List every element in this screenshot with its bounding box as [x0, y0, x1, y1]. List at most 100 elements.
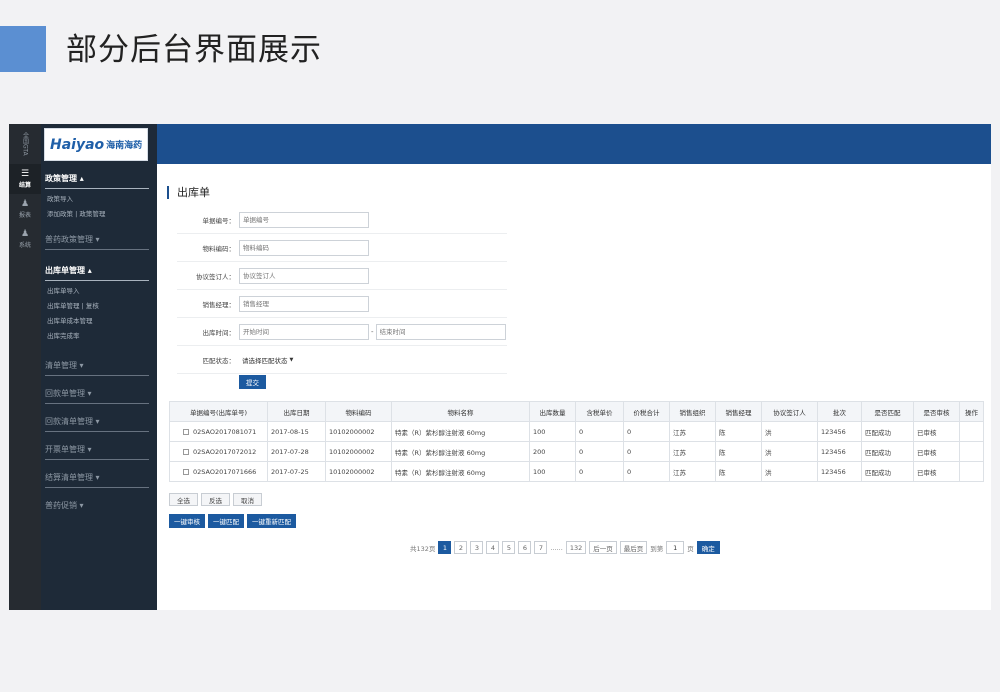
sidebar: Haiyao 海南海药 政策管理 ▴ 政策导入 添加政策 | 政策管理 普药政策…	[41, 124, 157, 610]
rail-item-settlement[interactable]: ☰ 结算	[9, 164, 41, 194]
logo-text-en: Haiyao	[50, 136, 105, 153]
cell: 100	[529, 461, 576, 482]
page-button-4[interactable]: 4	[486, 541, 500, 554]
menu-head-policy[interactable]: 政策管理 ▴	[45, 169, 149, 189]
cell: 2017-07-25	[267, 461, 326, 482]
start-time-input[interactable]	[239, 323, 369, 340]
settings-users-icon: ♟	[20, 229, 30, 239]
form-row-out-time: 出库时间： -	[177, 318, 507, 346]
row-checkbox[interactable]	[183, 448, 189, 455]
cell-actions[interactable]	[959, 461, 984, 482]
rail-item-system[interactable]: ♟ 系统	[9, 224, 41, 254]
row-checkbox[interactable]	[183, 428, 189, 435]
col-unit-price[interactable]: 含税单价	[575, 401, 624, 422]
rematch-all-button[interactable]: 一键重新匹配	[247, 514, 296, 528]
cell: 陈	[715, 441, 762, 462]
goto-confirm-button[interactable]: 确定	[696, 541, 720, 554]
cell: 0	[623, 461, 670, 482]
page-button-3[interactable]: 3	[470, 541, 484, 554]
material-code-input[interactable]	[239, 239, 369, 256]
select-all-button[interactable]: 全选	[169, 493, 198, 506]
audit-all-button[interactable]: 一键审核	[169, 514, 205, 528]
table-row[interactable]: 02SAO2017081071 2017-08-15 10102000002 特…	[169, 421, 984, 442]
cell: 陈	[715, 461, 762, 482]
cell-actions[interactable]	[959, 441, 984, 462]
end-time-input[interactable]	[375, 323, 506, 340]
menu-item-outbound-rate[interactable]: 出库完成率	[45, 329, 157, 344]
signer-label: 协议签订人：	[196, 272, 235, 281]
users-icon: ♟	[20, 199, 30, 209]
match-status-value: 请选择匹配状态	[242, 356, 288, 365]
col-sales-org[interactable]: 销售组织	[669, 401, 716, 422]
page-button-7[interactable]: 7	[534, 541, 548, 554]
page-button-2[interactable]: 2	[454, 541, 468, 554]
order-no-input[interactable]	[239, 211, 369, 228]
col-signer[interactable]: 协议签订人	[761, 401, 818, 422]
cell-actions[interactable]	[959, 421, 984, 442]
submit-button[interactable]: 提交	[239, 375, 266, 389]
out-time-label: 出库时间：	[202, 328, 236, 337]
manager-input[interactable]	[239, 295, 369, 312]
menu-head-generic-policy[interactable]: 普药政策管理 ▾	[45, 230, 149, 250]
menu-head-invoice[interactable]: 开票单管理 ▾	[45, 440, 149, 460]
signer-input[interactable]	[239, 267, 369, 284]
cell: 洪	[761, 421, 818, 442]
menu-item-outbound-manage[interactable]: 出库单管理 | 复核	[45, 299, 157, 314]
table-row[interactable]: 02SAO2017072012 2017-07-28 10102000002 特…	[169, 441, 984, 462]
cell: 陈	[715, 421, 762, 442]
col-out-date[interactable]: 出库日期	[267, 401, 326, 422]
top-bar	[157, 124, 991, 164]
page-title: 出库单	[167, 186, 210, 199]
goto-page-input[interactable]	[666, 541, 685, 554]
cancel-selection-button[interactable]: 取消	[233, 493, 262, 506]
row-checkbox[interactable]	[183, 468, 189, 475]
next-page-button[interactable]: 后一页	[589, 541, 617, 554]
col-sales-manager[interactable]: 销售经理	[715, 401, 762, 422]
outbound-table: 单据编号(出库单号) 出库日期 物料编码 物料名称 出库数量 含税单价 价税合计…	[169, 401, 984, 482]
menu-item-outbound-import[interactable]: 出库单导入	[45, 284, 157, 299]
goto-label: 到第	[650, 544, 664, 553]
col-actions: 操作	[959, 401, 984, 422]
col-batch[interactable]: 批次	[817, 401, 862, 422]
menu-head-settlement-list[interactable]: 结算清单管理 ▾	[45, 468, 149, 488]
page-button-last-number[interactable]: 132	[565, 541, 587, 554]
menu-item-policy-manage[interactable]: 添加政策 | 政策管理	[45, 207, 157, 222]
match-status-label: 匹配状态：	[202, 356, 236, 365]
last-page-button[interactable]: 最后页	[619, 541, 648, 554]
rail-item-reports[interactable]: ♟ 报表	[9, 194, 41, 224]
logo-text-cn: 海南海药	[106, 141, 143, 151]
logo[interactable]: Haiyao 海南海药	[44, 128, 148, 161]
cell: 200	[529, 441, 576, 462]
invert-selection-button[interactable]: 反选	[201, 493, 230, 506]
col-order-no[interactable]: 单据编号(出库单号)	[169, 401, 268, 422]
menu-head-promotion[interactable]: 普药促销 ▾	[45, 496, 149, 516]
col-total[interactable]: 价税合计	[623, 401, 670, 422]
page-button-6[interactable]: 6	[518, 541, 532, 554]
menu-item-policy-import[interactable]: 政策导入	[45, 192, 157, 207]
cell: 洪	[761, 441, 818, 462]
menu-head-payment[interactable]: 回款单管理 ▾	[45, 384, 149, 404]
table-row[interactable]: 02SAO2017071666 2017-07-25 10102000002 特…	[169, 461, 984, 482]
col-audited[interactable]: 是否审核	[913, 401, 960, 422]
page-button-5[interactable]: 5	[502, 541, 516, 554]
match-status-select[interactable]: 请选择匹配状态 ▼	[239, 352, 293, 368]
order-no-label: 单据编号：	[202, 216, 236, 225]
cell: 0	[623, 441, 670, 462]
cell-order-no: 02SAO2017071666	[169, 461, 268, 482]
menu-head-outbound[interactable]: 出库单管理 ▴	[45, 261, 149, 281]
manager-label: 销售经理：	[202, 300, 236, 309]
match-all-button[interactable]: 一键匹配	[208, 514, 244, 528]
caret-down-icon: ▼	[289, 356, 294, 363]
menu-item-outbound-cost[interactable]: 出库单成本管理	[45, 314, 157, 329]
page-button-1[interactable]: 1	[438, 541, 452, 554]
col-material-code[interactable]: 物料编码	[325, 401, 392, 422]
col-matched[interactable]: 是否匹配	[861, 401, 914, 422]
col-quantity[interactable]: 出库数量	[529, 401, 576, 422]
menu-head-list[interactable]: 清单管理 ▾	[45, 356, 149, 376]
menu-head-payment-list[interactable]: 回款清单管理 ▾	[45, 412, 149, 432]
cell: 匹配成功	[861, 421, 914, 442]
cell: 匹配成功	[861, 461, 914, 482]
main-content: 出库单 单据编号： 物料编码： 协议签订人： 销售经理： 出库时间： - 匹配状…	[157, 164, 991, 610]
form-row-manager: 销售经理：	[177, 290, 507, 318]
col-material-name[interactable]: 物料名称	[391, 401, 530, 422]
